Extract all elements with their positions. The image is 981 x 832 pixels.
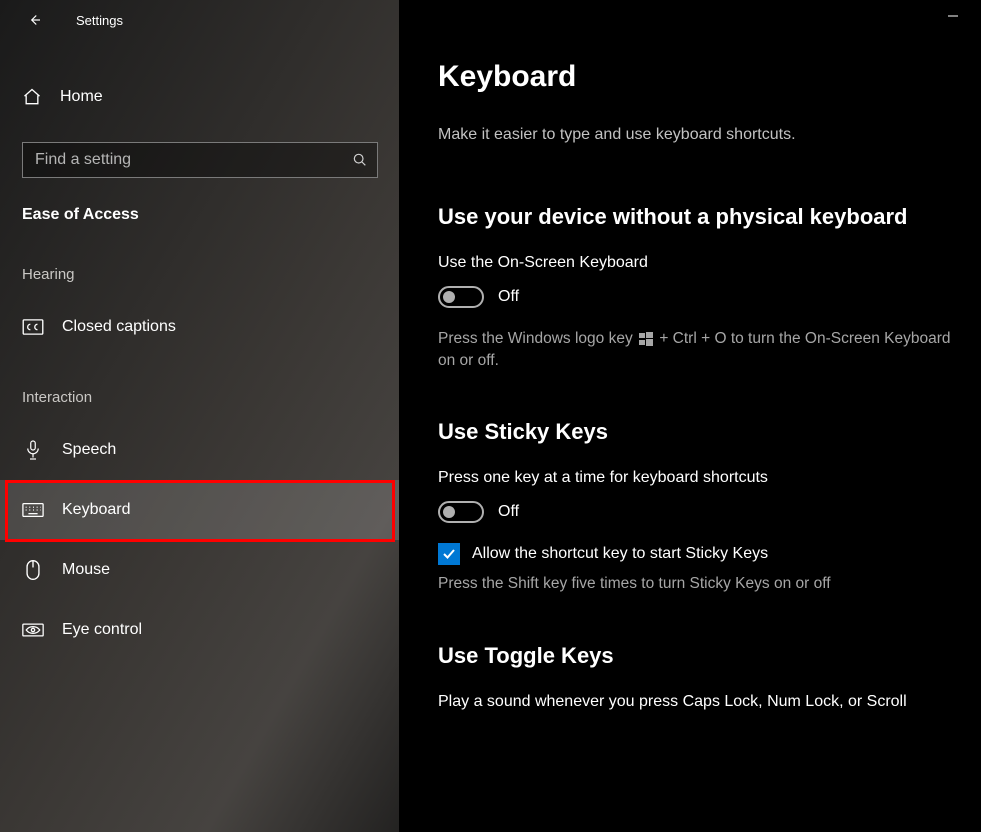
nav-label: Eye control — [62, 621, 142, 639]
titlebar: Settings — [0, 0, 400, 40]
onscreen-keyboard-hint: Press the Windows logo key + Ctrl + O to… — [438, 328, 961, 373]
group-hearing: Hearing — [0, 234, 400, 297]
group-interaction: Interaction — [0, 357, 400, 420]
home-icon — [22, 87, 42, 107]
nav-label: Keyboard — [62, 501, 131, 519]
content-panel: Keyboard Make it easier to type and use … — [400, 0, 981, 832]
search-wrap — [22, 142, 378, 178]
sticky-shortcut-checkbox[interactable] — [438, 543, 460, 565]
nav-eye-control[interactable]: Eye control — [0, 600, 400, 660]
nav-keyboard[interactable]: Keyboard — [0, 480, 400, 540]
onscreen-keyboard-label: Use the On-Screen Keyboard — [438, 254, 961, 272]
sidebar: Settings Home Ease of Access Hearing Clo… — [0, 0, 400, 832]
sticky-keys-label: Press one key at a time for keyboard sho… — [438, 469, 961, 487]
minimize-icon — [947, 10, 959, 22]
sticky-keys-hint: Press the Shift key five times to turn S… — [438, 575, 961, 593]
nav-label: Mouse — [62, 561, 110, 579]
nav-label: Closed captions — [62, 318, 176, 336]
toggle-knob — [443, 291, 455, 303]
nav-speech[interactable]: Speech — [0, 420, 400, 480]
page-subtitle: Make it easier to type and use keyboard … — [438, 126, 961, 144]
search-icon — [352, 152, 368, 168]
closed-captions-icon — [22, 319, 44, 335]
section-heading-sticky: Use Sticky Keys — [438, 419, 961, 445]
eye-control-icon — [22, 621, 44, 639]
search-input[interactable] — [22, 142, 378, 178]
section-heading-onscreen: Use your device without a physical keybo… — [438, 204, 961, 230]
nav-label: Speech — [62, 441, 116, 459]
section-heading-toggle: Use Toggle Keys — [438, 643, 961, 669]
check-icon — [441, 546, 457, 562]
sticky-keys-toggle[interactable] — [438, 501, 484, 523]
windows-logo-icon — [639, 332, 653, 346]
sticky-shortcut-label: Allow the shortcut key to start Sticky K… — [472, 545, 768, 563]
keyboard-icon — [22, 502, 44, 518]
window-title: Settings — [76, 13, 123, 28]
back-button[interactable] — [18, 4, 50, 36]
nav-mouse[interactable]: Mouse — [0, 540, 400, 600]
sticky-keys-state: Off — [498, 503, 519, 521]
home-label: Home — [60, 88, 103, 106]
microphone-icon — [22, 439, 44, 461]
minimize-button[interactable] — [947, 10, 959, 22]
arrow-left-icon — [25, 11, 43, 29]
onscreen-keyboard-state: Off — [498, 288, 519, 306]
page-title: Keyboard — [438, 60, 961, 94]
mouse-icon — [22, 559, 44, 581]
toggle-knob — [443, 506, 455, 518]
toggle-keys-label: Play a sound whenever you press Caps Loc… — [438, 693, 961, 711]
onscreen-keyboard-toggle[interactable] — [438, 286, 484, 308]
nav-closed-captions[interactable]: Closed captions — [0, 297, 400, 357]
home-nav[interactable]: Home — [0, 76, 400, 118]
category-heading: Ease of Access — [0, 178, 400, 234]
